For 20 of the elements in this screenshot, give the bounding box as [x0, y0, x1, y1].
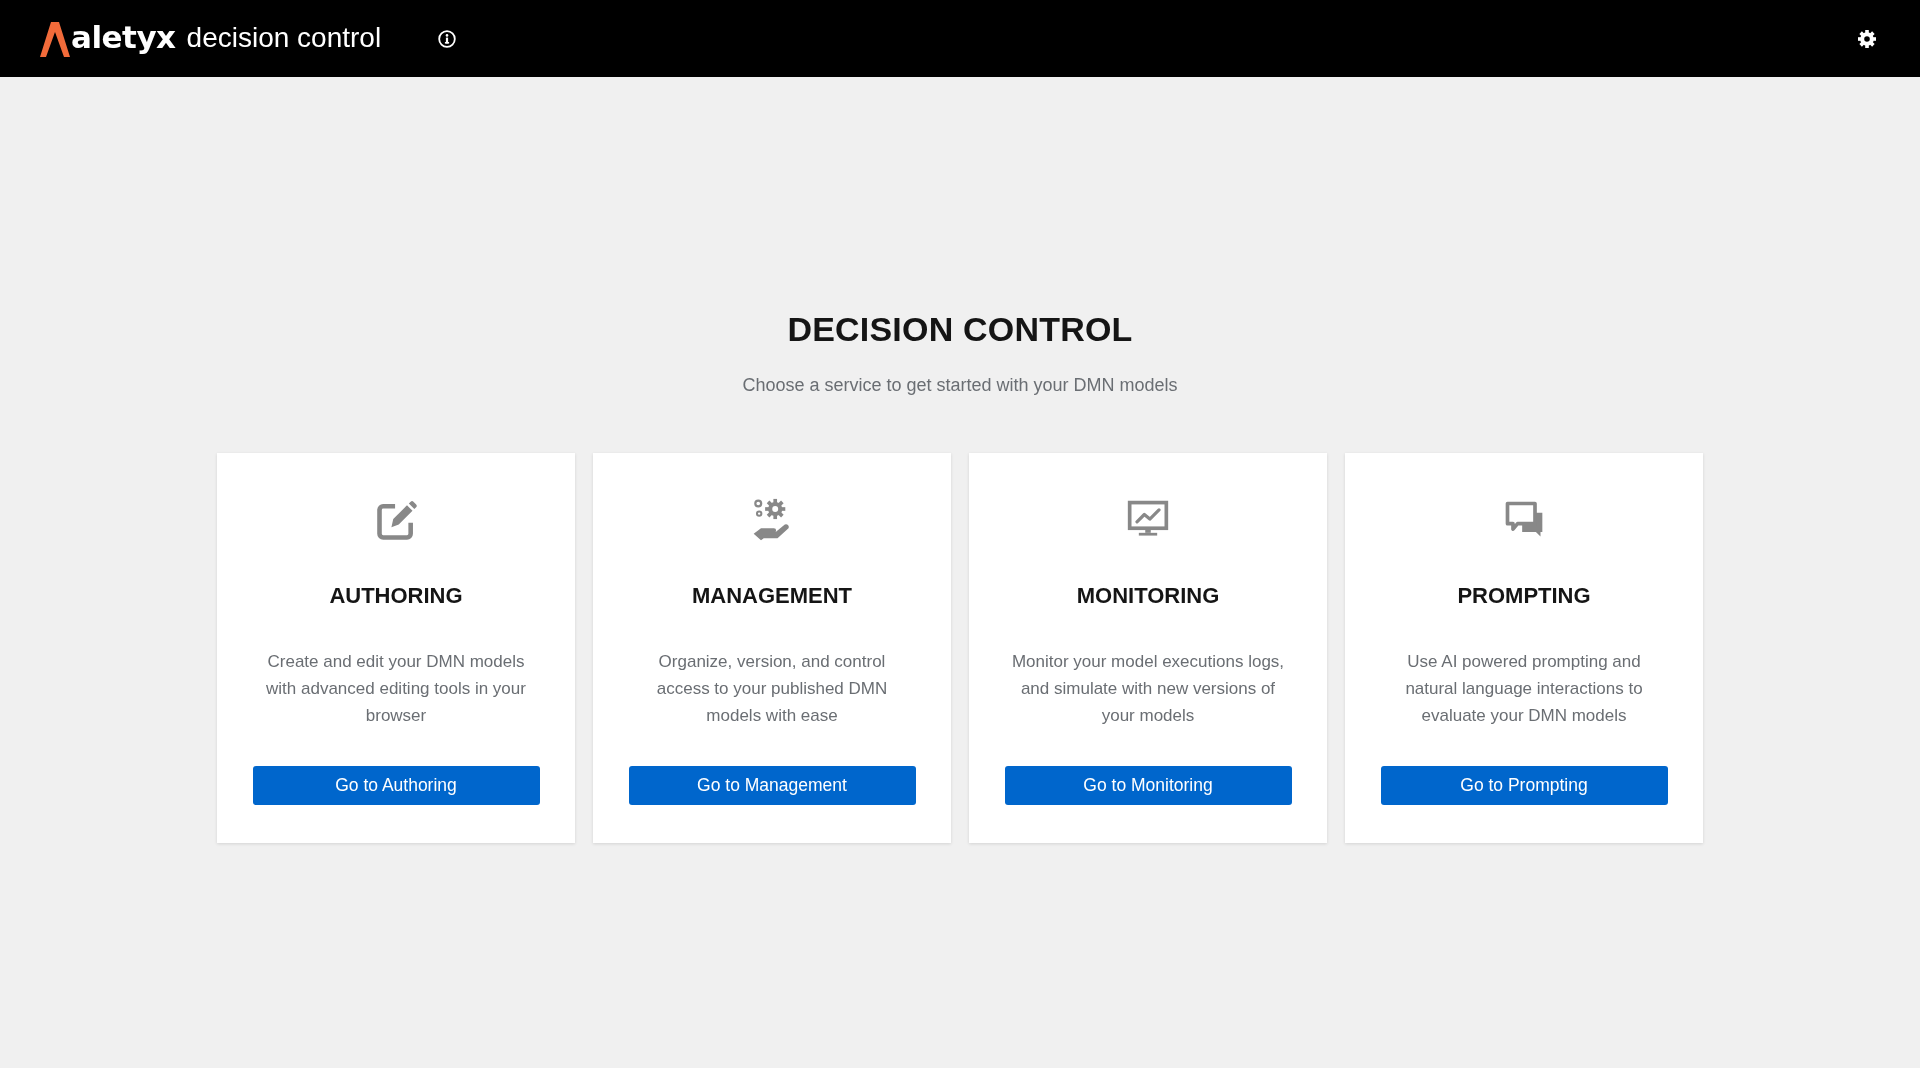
settings-icon[interactable]	[1858, 29, 1876, 48]
service-title: AUTHORING	[329, 582, 463, 610]
info-icon[interactable]	[438, 29, 457, 48]
service-title: MANAGEMENT	[691, 582, 853, 610]
service-description: Use AI powered prompting and natural language interactions to evaluate your DMN models	[1404, 651, 1644, 727]
service-description: Monitor your model executions logs, and simulate with new versions of your models	[1010, 651, 1286, 727]
service-button[interactable]: Go to Authoring	[252, 766, 540, 805]
service-button[interactable]: Go to Management	[628, 766, 916, 805]
service-description: Organize, version, and control access to your published DMN models with ease	[655, 651, 889, 727]
product-name: decision control	[186, 20, 382, 55]
brand-name: aletyx	[71, 18, 176, 55]
page-title: DECISION CONTROL	[787, 309, 1133, 350]
page-subtitle: Choose a service to get started with your DMN models	[742, 374, 1178, 397]
service-button[interactable]: Go to Monitoring	[1004, 766, 1292, 805]
pencil-square-icon	[374, 498, 418, 542]
service-button[interactable]: Go to Prompting	[1380, 766, 1668, 805]
logo-mark-icon	[40, 22, 70, 57]
service-description: Create and edit your DMN models with advanced editing tools in your browser	[265, 651, 527, 727]
service-title: MONITORING	[1076, 582, 1220, 610]
service-title: PROMPTING	[1457, 582, 1591, 610]
